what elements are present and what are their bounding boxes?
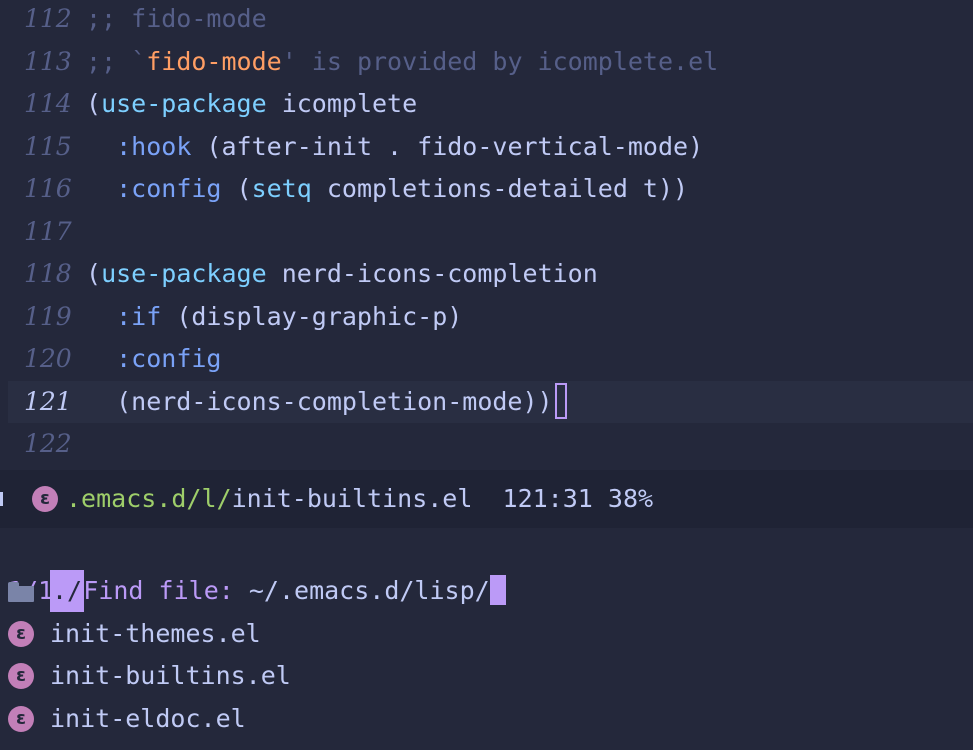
code-token: ;; ` [86, 46, 147, 76]
code-line[interactable]: 112 ;; fido-mode [0, 0, 973, 40]
line-number: 120 [24, 344, 72, 373]
code-token: setq [251, 174, 312, 203]
code-token: ' is provided by icomplete.el [281, 46, 719, 76]
line-number: 112 [24, 4, 72, 33]
find-file-prompt[interactable]: 1/16 Find file: ~/.emacs.d/lisp/ [0, 528, 973, 605]
code-line[interactable]: 117 [0, 211, 973, 253]
code-token: ( [221, 174, 252, 203]
code-token: :if [116, 301, 162, 331]
line-number: 114 [24, 89, 72, 118]
code-line[interactable]: 113 ;; `fido-mode' is provided by icomple… [0, 41, 973, 83]
candidate-label: init-builtins.el [50, 661, 291, 690]
completion-candidate[interactable]: ε init-themes.el [0, 613, 973, 655]
code-text: ;; fido-mode [86, 0, 267, 40]
line-number: 115 [24, 131, 72, 161]
code-token: icomplete [266, 89, 418, 118]
code-line-current[interactable]: 121 (nerd-icons-completion-mode)) [8, 380, 973, 423]
code-token: use-package [101, 89, 267, 118]
code-text: :config (setq completions-detailed t)) [86, 168, 688, 210]
code-token: ( [86, 89, 102, 118]
line-number: 116 [24, 174, 72, 203]
code-token: (display-graphic-p) [161, 301, 463, 331]
line-number: 118 [24, 259, 72, 288]
code-text: (use-package nerd-icons-completion [86, 253, 598, 295]
modeline-buffer-info: .emacs.d/l/init-builtins.el 121:31 38% [66, 470, 653, 528]
modeline-indicator [0, 492, 3, 506]
modeline-percent: 38% [607, 484, 654, 513]
code-token: ( [86, 259, 102, 288]
candidate-label: init-eldoc.el [50, 703, 246, 733]
modeline-file: init-builtins.el [231, 484, 473, 513]
code-text: (use-package icomplete [86, 83, 417, 125]
editor-buffer[interactable]: 112 ;; fido-mode 113 ;; `fido-mode' is prov… [0, 0, 973, 470]
code-token: :config [116, 174, 222, 203]
candidate-label: init-themes.el [50, 618, 261, 648]
line-number: 122 [24, 429, 72, 458]
modeline-position: 121:31 [502, 484, 593, 513]
candidate-label: ./ [50, 570, 85, 612]
line-number: 113 [24, 46, 72, 76]
line-number: 117 [24, 216, 72, 246]
code-line[interactable]: 115 :hook (after-init . fido-vertical-mo… [0, 126, 973, 168]
code-text: :if (display-graphic-p) [86, 296, 462, 338]
code-token: (nerd-icons-completion-mode)) [86, 386, 553, 416]
code-token: fido-mode [146, 46, 282, 76]
modeline-dir: .emacs.d/l/ [66, 484, 232, 513]
line-number: 119 [24, 301, 72, 331]
code-text: ;; `fido-mode' is provided by icomplete.… [86, 41, 718, 83]
code-line[interactable]: 120 :config [0, 338, 973, 380]
emacs-icon: ε [8, 663, 34, 689]
code-line[interactable]: 116 :config (setq completions-detailed t… [0, 168, 973, 210]
emacs-icon: ε [8, 705, 34, 732]
emacs-icon: ε [32, 486, 58, 512]
code-text: (nerd-icons-completion-mode)) [86, 381, 567, 423]
code-token: nerd-icons-completion [266, 259, 598, 288]
code-line[interactable]: 118 (use-package nerd-icons-completion [0, 253, 973, 295]
code-token: use-package [101, 259, 267, 288]
code-token: completions-detailed t)) [311, 174, 689, 203]
folder-icon [8, 582, 34, 602]
completion-candidate[interactable]: ε init-builtins.el [0, 655, 973, 697]
code-token: :config [116, 344, 222, 373]
completion-candidate[interactable]: ε init-eldoc.el [0, 698, 973, 740]
code-line[interactable]: 119 :if (display-graphic-p) [0, 296, 973, 338]
code-token: ;; fido-mode [86, 4, 267, 33]
code-text: :config [86, 338, 221, 380]
text-cursor [554, 382, 567, 419]
line-number: 121 [24, 386, 72, 416]
completion-candidate[interactable]: ./ [0, 570, 973, 612]
code-token: :hook [116, 131, 192, 161]
minibuffer[interactable]: 1/16 Find file: ~/.emacs.d/lisp/ ./ε init… [0, 528, 973, 750]
code-line[interactable]: 122 [0, 423, 973, 465]
emacs-icon: ε [8, 620, 34, 647]
folder-body [8, 586, 34, 602]
code-line[interactable]: 114 (use-package icomplete [0, 83, 973, 125]
mode-line: ε .emacs.d/l/init-builtins.el 121:31 38% [0, 470, 973, 528]
code-token: (after-init . fido-vertical-mode) [191, 131, 704, 161]
code-text: :hook (after-init . fido-vertical-mode) [86, 126, 703, 168]
